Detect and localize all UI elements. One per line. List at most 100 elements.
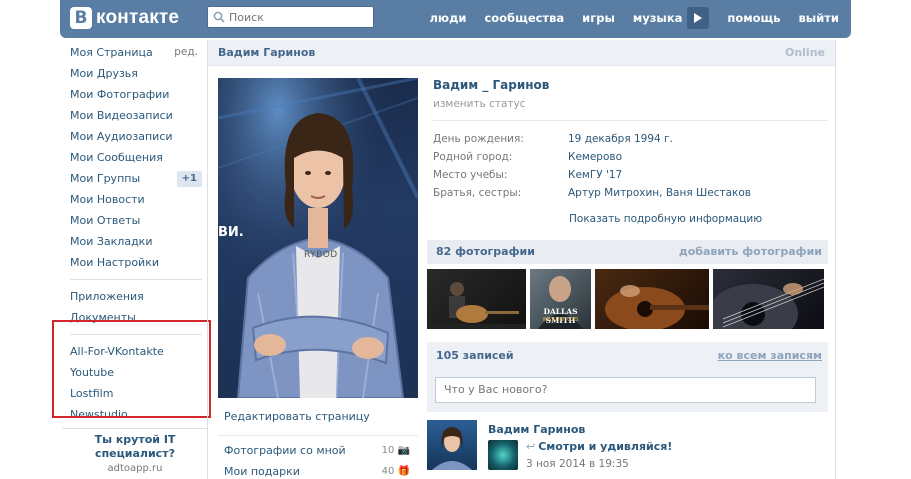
ad-title: Ты крутой IT специалист? (94, 433, 176, 460)
menu-item-label: Мои Сообщения (70, 151, 163, 164)
info-value[interactable]: 19 декабря 1994 г. (568, 130, 673, 148)
show-more-info-link[interactable]: Показать подробную информацию (433, 213, 828, 225)
info-rows: День рождения: 19 декабря 1994 г. Родной… (433, 130, 828, 202)
search-box[interactable] (207, 6, 374, 28)
guitar-strings-image (713, 278, 824, 329)
menu-my-audio[interactable]: Мои Аудиозаписи (60, 126, 208, 147)
info-value[interactable]: КемГУ '17 (568, 166, 622, 184)
change-status-link[interactable]: изменить статус (433, 98, 828, 121)
add-photos-link[interactable]: добавить фотографии (679, 245, 822, 258)
repost-icon: ↩ (526, 440, 536, 453)
info-label: Братья, сестры: (433, 187, 522, 199)
photos-with-me-link[interactable]: Фотографии со мной 10 📷 (218, 440, 418, 461)
wall-section: 105 записей ко всем записям Что у Вас но… (427, 342, 828, 412)
vk-logo[interactable]: В контакте (70, 5, 179, 31)
profile-content: Вадим Гаринов Online RYBOD ВИ. Редактиро… (207, 40, 836, 479)
info-row-siblings: Братья, сестры: Артур Митрохин, Ваня Шес… (433, 184, 828, 202)
edit-link[interactable]: ред. (174, 42, 198, 63)
info-label: День рождения: (433, 133, 524, 145)
top-header: В контакте люди сообщества игры музыка п… (60, 0, 851, 38)
profile-header-name: Вадим Гаринов (218, 46, 316, 59)
info-row-education: Место учебы: КемГУ '17 (433, 166, 828, 184)
gift-icon: 🎁 (397, 466, 410, 477)
menu-applications[interactable]: Приложения (60, 286, 208, 307)
info-value[interactable]: Артур Митрохин, Ваня Шестаков (568, 184, 751, 202)
my-gifts-count: 40 🎁 (381, 466, 410, 477)
my-gifts-label: Мои подарки (224, 465, 300, 478)
photos-section-bar: 82 фотографии добавить фотографии (427, 240, 828, 264)
groups-count-badge: +1 (176, 171, 202, 187)
menu-item-label: Мои Новости (70, 193, 145, 206)
photo-thumb[interactable] (595, 269, 709, 329)
profile-full-name: Вадим _ Гаринов (433, 78, 550, 92)
photos-with-me-label: Фотографии со мной (224, 444, 346, 457)
info-value[interactable]: Кемерово (568, 148, 622, 166)
avatar-bg-text: ВИ. (218, 225, 244, 240)
menu-my-videos[interactable]: Мои Видеозаписи (60, 105, 208, 126)
avatar-image (218, 78, 418, 398)
repost-date[interactable]: 3 ноя 2014 в 19:35 (526, 458, 629, 470)
menu-item-label: Мои Аудиозаписи (70, 130, 173, 143)
search-input[interactable] (229, 10, 369, 24)
edit-page-link[interactable]: Редактировать страницу (218, 404, 418, 430)
repost-title[interactable]: ↩ Смотри и удивляйся! (526, 440, 672, 453)
profile-info: Вадим _ Гаринов изменить статус День рож… (433, 78, 828, 225)
menu-item-label: Мои Друзья (70, 67, 138, 80)
album-cover-subtitle: WASTIN' GAS (542, 317, 579, 323)
play-icon (694, 13, 703, 23)
photo-thumb[interactable] (427, 269, 526, 329)
repost-source-avatar[interactable] (488, 440, 518, 470)
apps-highlight-box (52, 320, 211, 418)
menu-item-label: Мои Видеозаписи (70, 109, 173, 122)
guitar-player-image (427, 282, 526, 329)
menu-my-bookmarks[interactable]: Мои Закладки (60, 231, 208, 252)
play-button[interactable] (687, 7, 710, 29)
menu-my-messages[interactable]: Мои Сообщения (60, 147, 208, 168)
guitar-closeup-image (605, 285, 709, 329)
nav-help[interactable]: помощь (727, 11, 780, 25)
photo-thumb[interactable] (713, 269, 824, 329)
info-label: Родной город: (433, 151, 513, 163)
vk-logo-icon: В (70, 7, 92, 29)
vk-logo-text: контакте (96, 7, 180, 28)
nav-communities[interactable]: сообщества (484, 11, 564, 25)
photos-with-me-count: 10 📷 (381, 445, 410, 456)
left-column-divider (218, 435, 418, 436)
nav-music[interactable]: музыка (633, 11, 683, 25)
menu-item-label: Мои Закладки (70, 235, 153, 248)
menu-my-page[interactable]: Моя Страница ред. (60, 42, 208, 63)
photo-thumb[interactable]: DALLAS SMITH WASTIN' GAS (530, 269, 591, 329)
menu-item-label: Мои Фотографии (70, 88, 170, 101)
menu-my-photos[interactable]: Мои Фотографии (60, 84, 208, 105)
photos-count-title[interactable]: 82 фотографии (436, 245, 535, 258)
profile-avatar[interactable]: RYBOD ВИ. (218, 78, 418, 398)
avatar-shirt-text: RYBOD (304, 250, 338, 260)
nav-logout[interactable]: выйти (799, 11, 839, 25)
photo-strip: DALLAS SMITH WASTIN' GAS (427, 269, 828, 329)
menu-divider (70, 279, 202, 280)
menu-item-label: Мои Настройки (70, 256, 159, 269)
menu-my-groups[interactable]: Мои Группы +1 (60, 168, 208, 189)
post-author-avatar[interactable] (427, 420, 477, 470)
nav-games[interactable]: игры (582, 11, 615, 25)
info-label: Место учебы: (433, 169, 508, 181)
profile-header-bar: Вадим Гаринов Online (208, 40, 835, 66)
online-status: Online (784, 46, 825, 59)
wall-post-input[interactable]: Что у Вас нового? (435, 377, 816, 403)
menu-item-label: Мои Ответы (70, 214, 141, 227)
menu-my-answers[interactable]: Мои Ответы (60, 210, 208, 231)
post-author-name[interactable]: Вадим Гаринов (488, 423, 585, 436)
wall-count-title[interactable]: 105 записей (436, 349, 514, 362)
top-nav: люди сообщества игры музыка помощь выйти (412, 0, 839, 36)
camera-icon: 📷 (397, 445, 410, 456)
menu-my-friends[interactable]: Мои Друзья (60, 63, 208, 84)
menu-my-settings[interactable]: Мои Настройки (60, 252, 208, 273)
author-avatar-image (432, 427, 472, 470)
sidebar-ad[interactable]: Ты крутой IT специалист? adtoapp.ru (62, 428, 208, 474)
all-posts-link[interactable]: ко всем записям (718, 349, 822, 362)
nav-people[interactable]: люди (430, 11, 467, 25)
info-row-birthday: День рождения: 19 декабря 1994 г. (433, 130, 828, 148)
my-gifts-link[interactable]: Мои подарки 40 🎁 (218, 461, 418, 479)
menu-my-news[interactable]: Мои Новости (60, 189, 208, 210)
menu-item-label: Приложения (70, 290, 144, 303)
